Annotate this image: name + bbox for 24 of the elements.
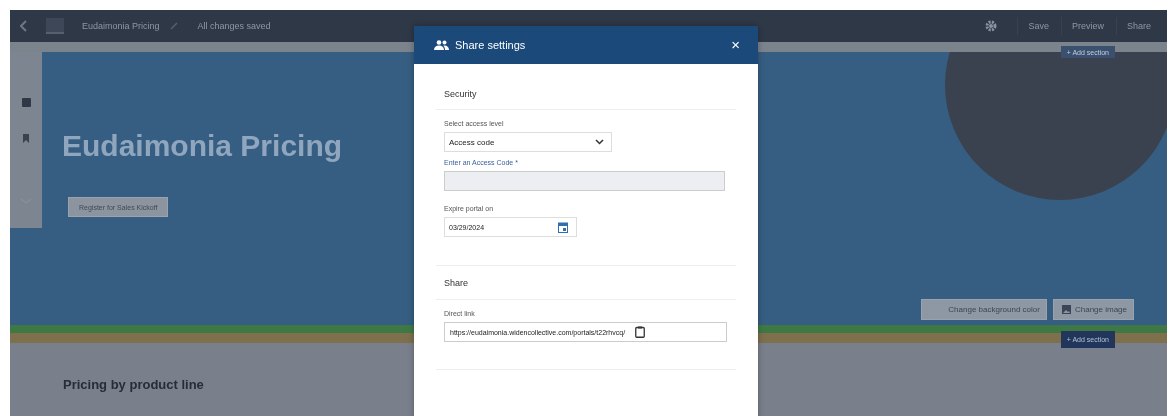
toolbar-button[interactable]: Preview [1060,17,1114,35]
chevron-down-icon [595,139,604,145]
clipboard-icon[interactable] [635,326,646,338]
change-image-button[interactable]: Change image [1052,299,1134,320]
section-title: Share [436,265,736,300]
access-level-select[interactable]: Access code [444,132,612,152]
save-status: All changes saved [197,21,271,31]
dialog-title: Share settings [455,39,526,51]
toolbar-button[interactable]: Save [1017,17,1059,35]
change-color-button[interactable]: Change background color [921,299,1047,320]
settings-icon[interactable] [985,20,998,32]
pencil-icon[interactable] [169,22,178,30]
people-icon [434,40,449,50]
back-icon[interactable] [20,20,28,32]
section-title: Security [436,64,736,110]
calendar-icon [558,221,568,233]
section-heading: Pricing by product line [63,377,205,392]
hero-title: Eudaimonia Pricing [62,128,343,164]
close-button[interactable]: × [729,37,742,53]
toolbar-button[interactable]: Share [1115,17,1161,35]
bookmark-icon[interactable] [23,134,29,143]
access-code-input[interactable] [444,171,725,191]
thumbnail-icon [46,18,64,34]
portal-title: Eudaimonia Pricing [82,21,160,31]
